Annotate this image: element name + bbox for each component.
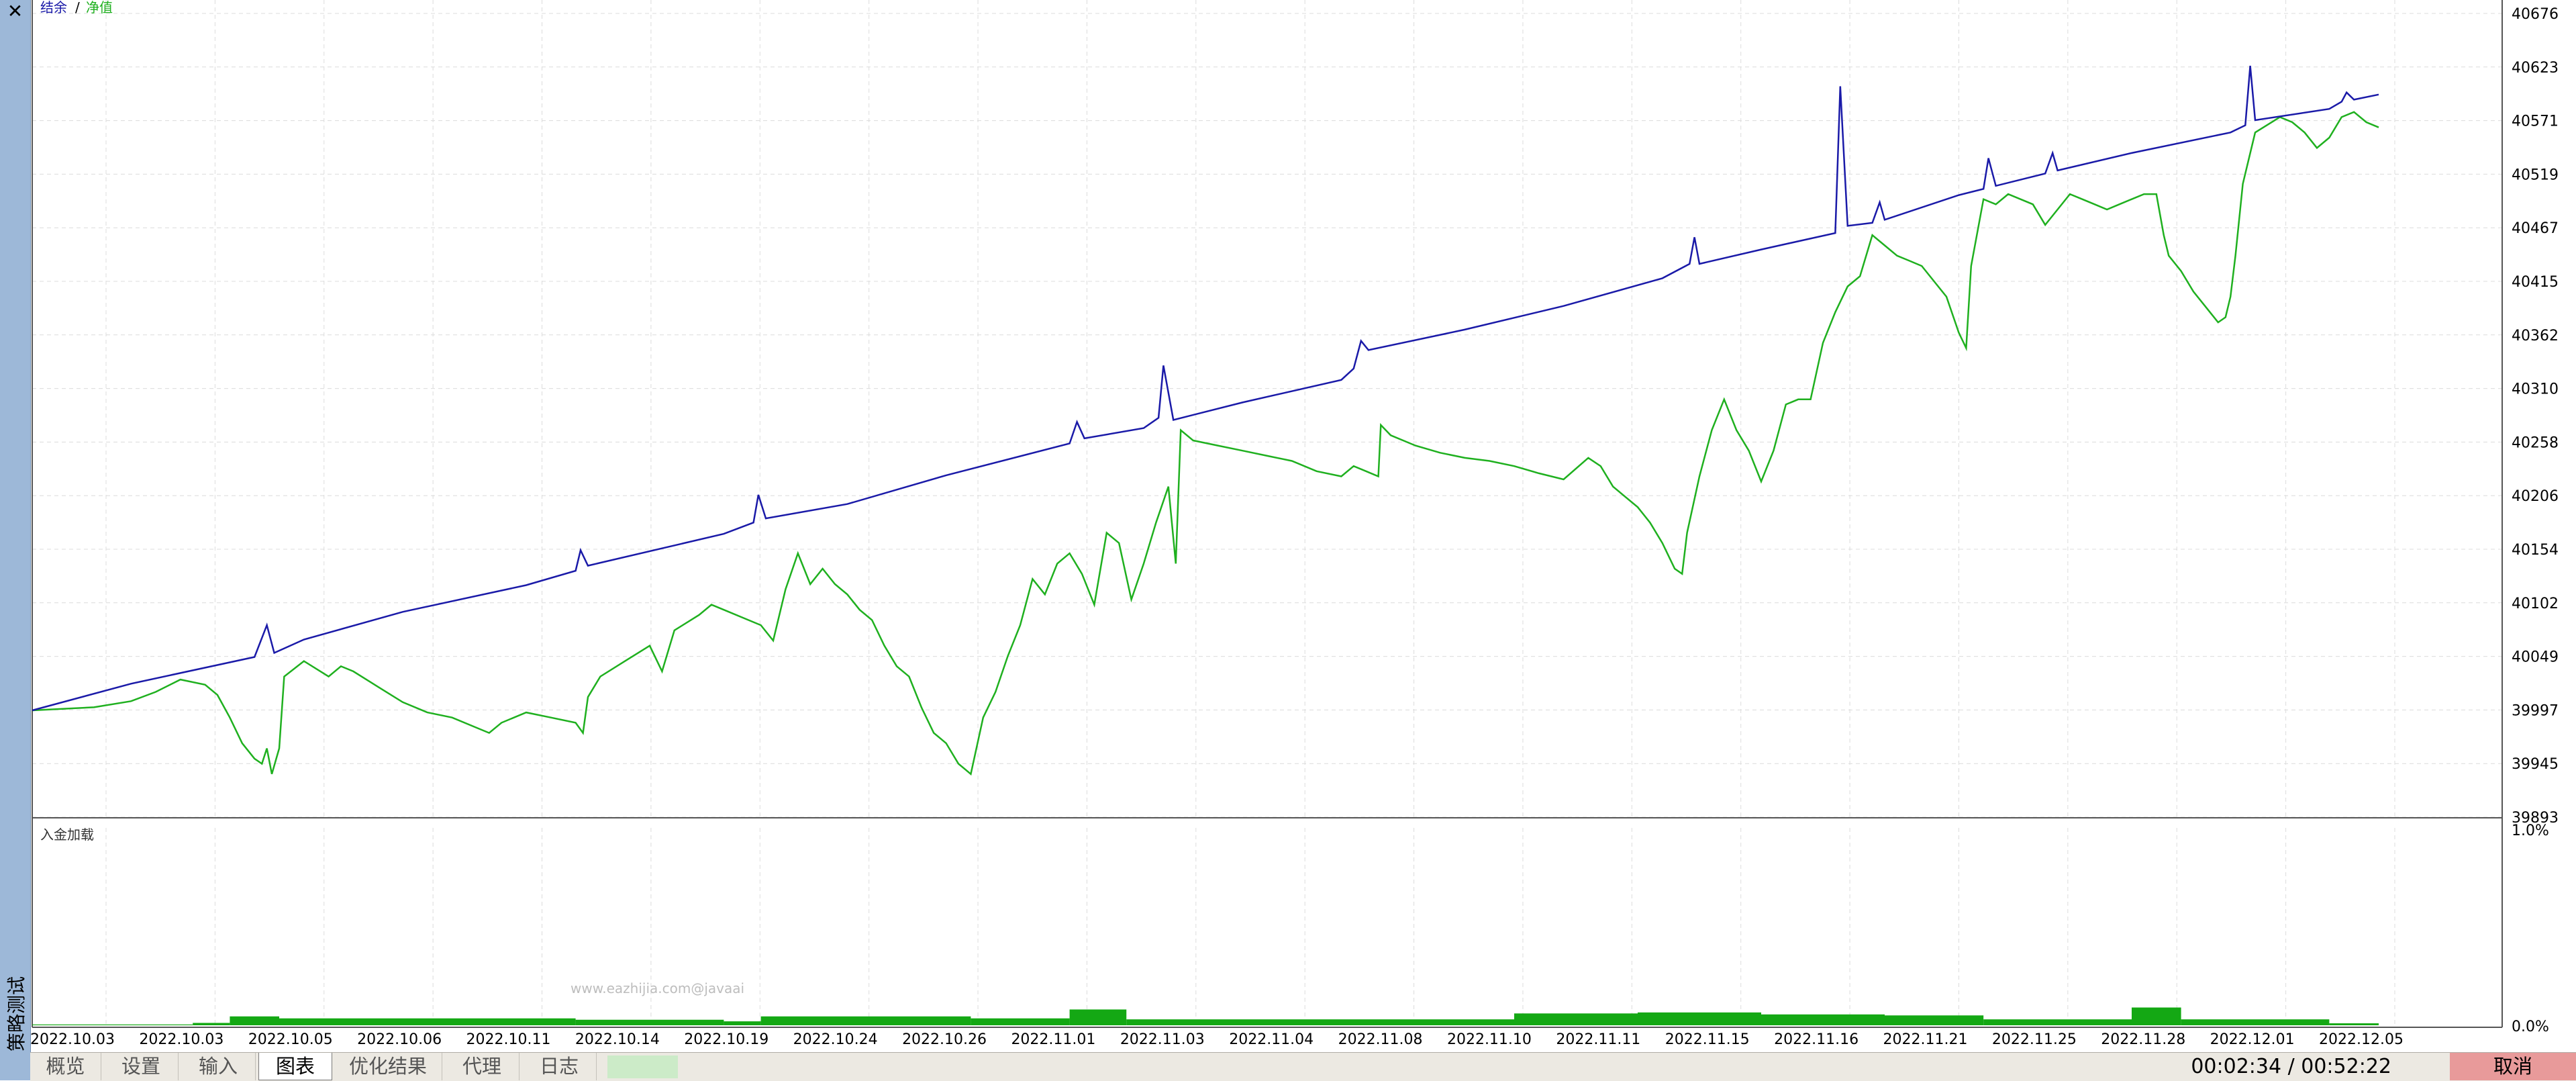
y-tick-label: 40362: [2512, 328, 2559, 344]
tab-agents[interactable]: 代理: [445, 1053, 519, 1080]
tab-bar: 概览 设置 输入 图表 优化结果 代理 日志 00:02:34 / 00:52:…: [30, 1052, 2576, 1081]
subchart-y-bottom: 0.0%: [2512, 1019, 2549, 1035]
x-tick-label: 2022.11.03: [1120, 1031, 1205, 1048]
x-tick-label: 2022.11.10: [1447, 1031, 1532, 1048]
load-bar: [575, 1019, 724, 1025]
subchart-grid-lines: [105, 828, 2395, 1025]
watermark: www.eazhijia.com@javaai: [571, 980, 745, 996]
load-bar: [1514, 1013, 1638, 1025]
load-bar: [971, 1018, 1070, 1025]
load-bar: [193, 1023, 230, 1025]
progress-indicator: [607, 1055, 678, 1078]
y-tick-label: 40623: [2512, 60, 2559, 77]
x-tick-label: 2022.11.16: [1774, 1031, 1859, 1048]
x-tick-label: 2022.12.05: [2319, 1031, 2404, 1048]
load-bar: [2181, 1019, 2330, 1025]
x-tick-label: 2022.11.25: [1992, 1031, 2077, 1048]
x-tick-label: 2022.11.28: [2101, 1031, 2185, 1048]
x-tick-label: 2022.10.03: [139, 1031, 224, 1048]
load-bar: [1126, 1019, 1514, 1025]
y-tick-label: 40519: [2512, 167, 2559, 183]
tab-settings[interactable]: 设置: [104, 1053, 179, 1080]
plot-area: [32, 0, 2502, 817]
x-tick-label: 2022.11.15: [1665, 1031, 1750, 1048]
y-tick-label: 40049: [2512, 649, 2559, 666]
y-tick-label: 40676: [2512, 6, 2559, 23]
cancel-button[interactable]: 取消: [2450, 1053, 2576, 1080]
x-axis-ticks: 2022.10.03 2022.10.03 2022.10.05 2022.10.06…: [30, 1031, 2404, 1048]
x-tick-label: 2022.11.08: [1338, 1031, 1423, 1048]
x-tick-label: 2022.11.21: [1883, 1031, 1967, 1048]
y-tick-label: 40571: [2512, 113, 2559, 130]
legend-balance: 结余: [40, 0, 67, 15]
y-tick-label: 40102: [2512, 596, 2559, 612]
x-tick-label: 2022.11.04: [1229, 1031, 1314, 1048]
y-axis-ticks: 40676 40623 40571 40519 40467 40415 40362 40310…: [2512, 6, 2559, 827]
x-tick-label: 2022.10.06: [357, 1031, 442, 1048]
x-tick-label: 2022.12.01: [2210, 1031, 2295, 1048]
tab-chart[interactable]: 图表: [258, 1053, 332, 1080]
x-tick-label: 2022.10.19: [684, 1031, 769, 1048]
y-tick-label: 40467: [2512, 220, 2559, 237]
x-tick-label: 2022.10.14: [575, 1031, 660, 1048]
load-bar: [230, 1016, 279, 1025]
load-bar: [1069, 1009, 1127, 1025]
y-tick-label: 40258: [2512, 434, 2559, 451]
legend-equity: 净值: [86, 0, 113, 15]
load-bar: [760, 1016, 971, 1025]
elapsed-timer: 00:02:34 / 00:52:22: [2191, 1055, 2391, 1078]
x-tick-label: 2022.10.05: [248, 1031, 333, 1048]
load-bar: [1761, 1014, 1885, 1025]
x-tick-label: 2022.10.11: [466, 1031, 551, 1048]
x-tick-label: 2022.11.01: [1011, 1031, 1095, 1048]
x-tick-label: 2022.10.24: [793, 1031, 878, 1048]
y-tick-label: 39945: [2512, 756, 2559, 773]
y-tick-label: 40415: [2512, 274, 2559, 291]
tab-inputs[interactable]: 输入: [181, 1053, 256, 1080]
y-tick-label: 40206: [2512, 488, 2559, 505]
legend-separator: /: [75, 0, 80, 15]
load-bar: [279, 1018, 576, 1025]
x-tick-label: 2022.11.11: [1556, 1031, 1640, 1048]
load-bar: [1638, 1012, 1761, 1025]
load-bar: [2132, 1007, 2181, 1025]
load-bar: [1885, 1015, 1984, 1025]
x-tick-label: 2022.10.03: [30, 1031, 115, 1048]
tab-optimization-results[interactable]: 优化结果: [334, 1053, 442, 1080]
y-tick-label: 40154: [2512, 542, 2559, 559]
tab-overview[interactable]: 概览: [30, 1053, 101, 1080]
load-bar: [2329, 1023, 2379, 1025]
y-tick-label: 39997: [2512, 702, 2559, 719]
chart-svg: 40676 40623 40571 40519 40467 40415 40362 40310…: [30, 0, 2559, 1048]
x-tick-label: 2022.10.26: [902, 1031, 987, 1048]
load-bars: [32, 1007, 2379, 1025]
load-bar: [724, 1021, 761, 1025]
subchart-title: 入金加载: [40, 827, 94, 843]
subchart-y-top: 1.0%: [2512, 822, 2549, 839]
load-bar: [1983, 1019, 2132, 1025]
tab-journal[interactable]: 日志: [522, 1053, 597, 1080]
y-tick-label: 40310: [2512, 381, 2559, 398]
